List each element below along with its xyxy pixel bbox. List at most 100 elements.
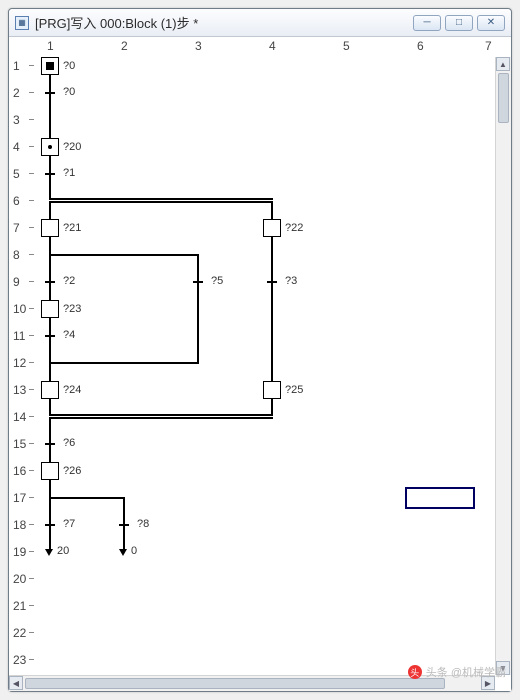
col-label: 4 [269, 39, 276, 53]
maximize-button[interactable]: □ [445, 15, 473, 31]
row-label: 18 [13, 518, 26, 545]
sfc-link [197, 283, 199, 362]
col-label: 5 [343, 39, 350, 53]
row-label: 9 [13, 275, 20, 302]
row-label: 8 [13, 248, 20, 275]
window-title: [PRG]写入 000:Block (1)步 * [35, 13, 413, 32]
row-label: 17 [13, 491, 26, 518]
transition-label: ?1 [63, 167, 75, 179]
scroll-up-button[interactable]: ▲ [496, 57, 510, 71]
step-26[interactable] [41, 462, 59, 480]
selection-diverge [49, 497, 125, 499]
scroll-thumb[interactable] [25, 678, 445, 689]
sfc-link [49, 480, 51, 497]
jump-arrow-icon [119, 549, 127, 556]
sfc-link [49, 237, 51, 254]
row-label: 11 [13, 329, 25, 356]
selection-diverge [49, 254, 199, 256]
sfc-link [197, 254, 199, 281]
step-label: ?0 [63, 60, 75, 72]
step-label: ?23 [63, 303, 81, 315]
transition-label: ?4 [63, 329, 75, 341]
col-label: 3 [195, 39, 202, 53]
jump-arrow-icon [45, 549, 53, 556]
transition-label: ?3 [285, 275, 297, 287]
row-label: 19 [13, 545, 26, 572]
sfc-link [271, 283, 273, 381]
transition-label: ?0 [63, 86, 75, 98]
close-icon: ✕ [487, 17, 495, 28]
vertical-scrollbar[interactable]: ▲ ▼ [495, 57, 511, 675]
row-label: 21 [13, 599, 26, 626]
step-label: ?20 [63, 141, 81, 153]
sfc-link [49, 94, 51, 141]
row-label: 14 [13, 410, 26, 437]
step-25[interactable] [263, 381, 281, 399]
sfc-link [49, 318, 51, 335]
sfc-link [49, 362, 51, 381]
step-21[interactable] [41, 219, 59, 237]
col-label: 7 [485, 39, 492, 53]
sfc-link [49, 175, 51, 200]
sfc-link [49, 337, 51, 362]
transition-label: ?8 [137, 518, 149, 530]
step-label: ?22 [285, 222, 303, 234]
scroll-thumb[interactable] [498, 73, 509, 123]
jump-label: 0 [131, 545, 137, 557]
horizontal-scrollbar[interactable]: ◀ ▶ [9, 675, 495, 691]
selection-cursor[interactable] [405, 487, 475, 509]
col-label: 1 [47, 39, 54, 53]
row-label: 4 [13, 140, 20, 167]
transition-label: ?2 [63, 275, 75, 287]
parallel-converge [49, 414, 273, 419]
step-label: ?24 [63, 384, 81, 396]
step-22[interactable] [263, 219, 281, 237]
row-label: 13 [13, 383, 26, 410]
row-label: 16 [13, 464, 26, 491]
sfc-link [49, 445, 51, 462]
transition-label: ?7 [63, 518, 75, 530]
row-label: 2 [13, 86, 20, 113]
step-24[interactable] [41, 381, 59, 399]
row-label: 7 [13, 221, 20, 248]
row-label: 12 [13, 356, 26, 383]
sfc-link [49, 254, 51, 281]
minimize-icon: ─ [423, 17, 430, 28]
step-initial-0[interactable] [41, 57, 59, 75]
chevron-right-icon: ▶ [485, 679, 491, 688]
step-label: ?26 [63, 465, 81, 477]
sfc-canvas[interactable]: ?0 ?0 ?20 ?1 ?21 ?22 [35, 59, 495, 675]
step-23[interactable] [41, 300, 59, 318]
step-label: ?25 [285, 384, 303, 396]
client-area: 1 2 3 4 5 6 7 1 2 3 4 5 6 7 8 9 10 11 12… [9, 37, 511, 691]
transition-label: ?5 [211, 275, 223, 287]
minimize-button[interactable]: ─ [413, 15, 441, 31]
transition-label: ?6 [63, 437, 75, 449]
selection-converge [49, 362, 199, 364]
col-label: 2 [121, 39, 128, 53]
jump-label: 20 [57, 545, 69, 557]
scroll-down-button[interactable]: ▼ [496, 661, 510, 675]
row-label: 1 [13, 59, 20, 86]
sfc-link [49, 419, 51, 443]
sfc-link [49, 156, 51, 173]
editor-window: ▦ [PRG]写入 000:Block (1)步 * ─ □ ✕ 1 2 3 4… [8, 8, 512, 692]
sfc-link [123, 526, 125, 549]
sfc-link [271, 237, 273, 281]
close-button[interactable]: ✕ [477, 15, 505, 31]
row-label: 6 [13, 194, 20, 221]
app-icon: ▦ [15, 16, 29, 30]
step-20[interactable] [41, 138, 59, 156]
scroll-left-button[interactable]: ◀ [9, 676, 23, 690]
titlebar[interactable]: ▦ [PRG]写入 000:Block (1)步 * ─ □ ✕ [9, 9, 511, 37]
row-label: 15 [13, 437, 26, 464]
column-ruler: 1 2 3 4 5 6 7 [35, 37, 495, 57]
scroll-right-button[interactable]: ▶ [481, 676, 495, 690]
col-label: 6 [417, 39, 424, 53]
chevron-left-icon: ◀ [13, 679, 19, 688]
parallel-diverge [49, 198, 273, 203]
row-label: 5 [13, 167, 20, 194]
row-label: 22 [13, 626, 26, 653]
sfc-link [123, 497, 125, 524]
step-label: ?21 [63, 222, 81, 234]
